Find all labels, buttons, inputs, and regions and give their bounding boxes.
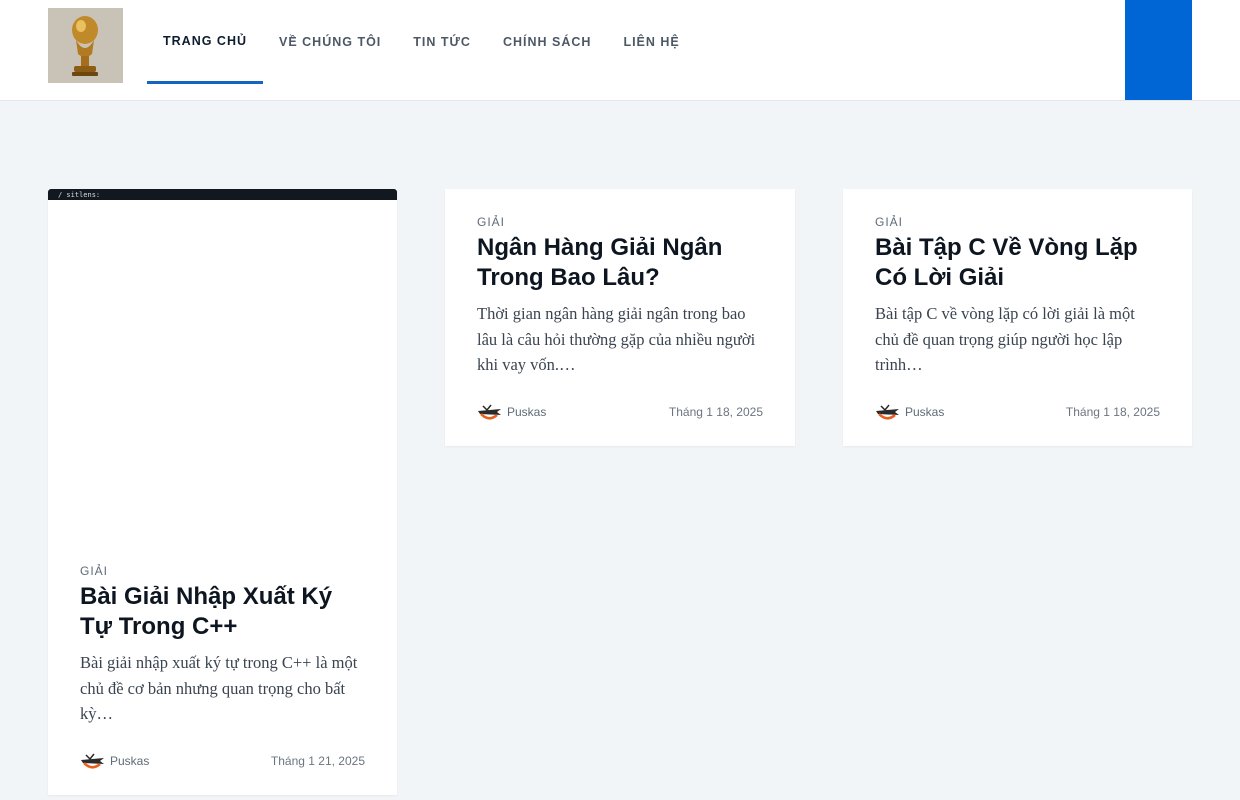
author-name: Puskas xyxy=(110,754,150,768)
site-header: TRANG CHỦ VỀ CHÚNG TÔI TIN TỨC CHÍNH SÁC… xyxy=(0,0,1240,101)
nav-item-home[interactable]: TRANG CHỦ xyxy=(147,0,263,84)
post-card-body: GIẢI Bài Giải Nhập Xuất Ký Tự Trong C++ … xyxy=(80,564,365,727)
post-title[interactable]: Bài Giải Nhập Xuất Ký Tự Trong C++ xyxy=(80,582,365,642)
nav-item-policy[interactable]: CHÍNH SÁCH xyxy=(487,0,607,84)
nav-item-contact[interactable]: LIÊN HỆ xyxy=(607,0,695,84)
post-category[interactable]: GIẢI xyxy=(875,215,1160,229)
post-author[interactable]: Puskas xyxy=(80,751,149,771)
post-meta: Puskas Tháng 1 21, 2025 xyxy=(80,751,365,771)
post-excerpt: Bài tập C về vòng lặp có lời giải là một… xyxy=(875,304,1135,374)
post-excerpt: Bài giải nhập xuất ký tự trong C++ là mộ… xyxy=(80,653,358,723)
author-avatar-icon xyxy=(478,404,501,420)
post-title[interactable]: Ngân Hàng Giải Ngân Trong Bao Lâu? xyxy=(477,233,763,293)
site-logo[interactable] xyxy=(48,8,123,83)
nav-item-about[interactable]: VỀ CHÚNG TÔI xyxy=(263,0,397,84)
post-category[interactable]: GIẢI xyxy=(80,564,365,578)
post-card-body: GIẢI Ngân Hàng Giải Ngân Trong Bao Lâu? … xyxy=(477,215,763,378)
main-nav: TRANG CHỦ VỀ CHÚNG TÔI TIN TỨC CHÍNH SÁC… xyxy=(147,0,696,84)
post-date: Tháng 1 18, 2025 xyxy=(668,405,763,419)
post-meta: Puskas Tháng 1 18, 2025 xyxy=(477,402,763,422)
post-title[interactable]: Bài Tập C Về Vòng Lặp Có Lời Giải xyxy=(875,233,1160,293)
post-thumbnail[interactable]: / sitlens: xyxy=(48,189,397,200)
post-card-body: GIẢI Bài Tập C Về Vòng Lặp Có Lời Giải B… xyxy=(875,215,1160,378)
post-excerpt: Thời gian ngân hàng giải ngân trong bao … xyxy=(477,304,756,374)
nav-item-news[interactable]: TIN TỨC xyxy=(397,0,487,84)
author-name: Puskas xyxy=(507,405,547,419)
author-avatar-icon xyxy=(81,753,104,769)
post-author[interactable]: Puskas xyxy=(875,402,944,422)
post-date: Tháng 1 21, 2025 xyxy=(270,754,365,768)
header-action-button[interactable] xyxy=(1125,0,1192,100)
author-name: Puskas xyxy=(905,405,945,419)
post-meta: Puskas Tháng 1 18, 2025 xyxy=(875,402,1160,422)
author-avatar-icon xyxy=(876,404,899,420)
post-card: GIẢI Ngân Hàng Giải Ngân Trong Bao Lâu? … xyxy=(445,189,795,446)
post-author[interactable]: Puskas xyxy=(477,402,546,422)
post-card: / sitlens: GIẢI Bài Giải Nhập Xuất Ký Tự… xyxy=(48,189,397,795)
post-card: GIẢI Bài Tập C Về Vòng Lặp Có Lời Giải B… xyxy=(843,189,1192,446)
trophy-icon xyxy=(48,8,123,83)
post-date: Tháng 1 18, 2025 xyxy=(1065,405,1160,419)
post-category[interactable]: GIẢI xyxy=(477,215,763,229)
